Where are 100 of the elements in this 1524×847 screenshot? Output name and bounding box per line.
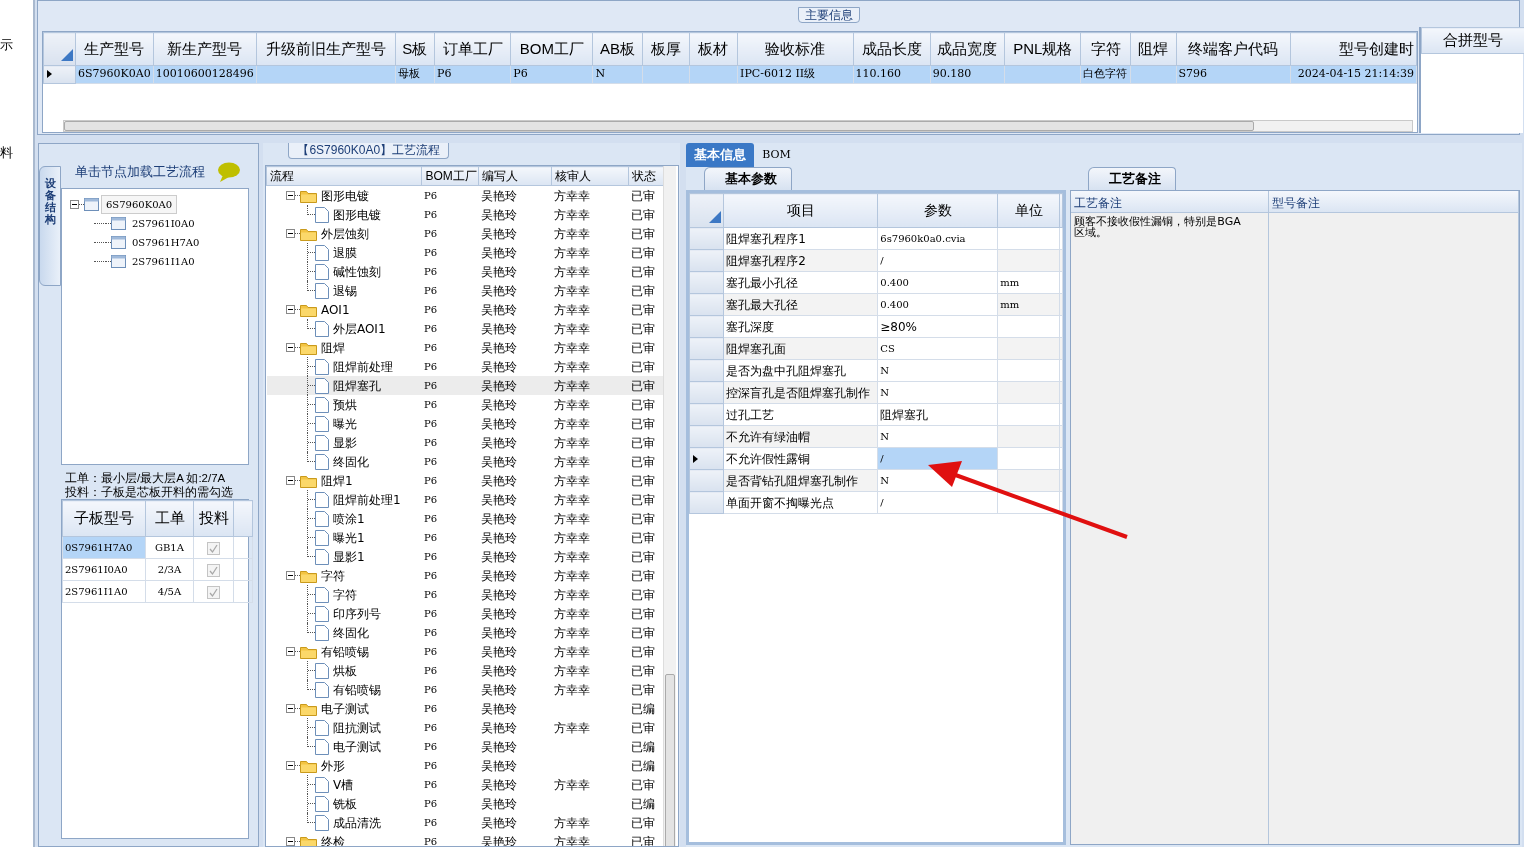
tree-row[interactable]: 显影1 P6 吴艳玲 方幸幸 已审: [266, 547, 667, 566]
column-header[interactable]: 板厚: [642, 32, 690, 66]
column-header[interactable]: AB板: [592, 32, 643, 66]
column-header[interactable]: 成品宽度: [930, 32, 1005, 66]
tree-row[interactable]: 图形电镀 P6 吴艳玲 方幸幸 已审: [266, 185, 667, 205]
tree-row[interactable]: V槽 P6 吴艳玲 方幸幸 已审: [266, 775, 667, 794]
table-cell[interactable]: 0.400: [880, 299, 909, 310]
column-header[interactable]: 子板型号: [62, 500, 146, 537]
collapse-icon[interactable]: [285, 476, 295, 485]
table-cell[interactable]: N: [880, 431, 890, 442]
tree-row[interactable]: 图形电镀 P6 吴艳玲 方幸幸 已审: [266, 205, 667, 224]
tree-row[interactable]: 阻焊前处理 P6 吴艳玲 方幸幸 已审: [266, 357, 667, 376]
collapse-icon[interactable]: [285, 704, 295, 713]
collapse-icon[interactable]: [285, 571, 295, 580]
horizontal-scrollbar[interactable]: [63, 120, 1413, 132]
tree-node[interactable]: 0S7961H7A0: [128, 234, 204, 251]
tree-row[interactable]: 阻焊 P6 吴艳玲 方幸幸 已审: [266, 338, 667, 357]
column-header[interactable]: 编写人: [478, 166, 552, 186]
column-header[interactable]: 字符: [1080, 32, 1131, 66]
column-header[interactable]: 工单: [145, 500, 194, 537]
sub-tab[interactable]: 工艺备注: [1088, 167, 1177, 190]
column-header[interactable]: 订单工厂: [434, 32, 511, 66]
collapse-icon[interactable]: [285, 305, 295, 314]
tree-row[interactable]: 有铅喷锡 P6 吴艳玲 方幸幸 已审: [266, 642, 667, 661]
column-header[interactable]: 生产型号: [75, 32, 154, 66]
tree-node[interactable]: 2S7961I1A0: [128, 253, 199, 270]
column-header[interactable]: 流程: [266, 166, 422, 186]
panel-tab[interactable]: 主要信息: [798, 7, 860, 23]
column-header[interactable]: 投料: [193, 500, 234, 537]
tree-row[interactable]: 铣板 P6 吴艳玲 已编: [266, 794, 667, 813]
column-header[interactable]: BOM工厂: [510, 32, 593, 66]
table-cell[interactable]: ≥80%: [880, 319, 917, 334]
tree-row[interactable]: 阻焊前处理1 P6 吴艳玲 方幸幸 已审: [266, 490, 667, 509]
tree-row[interactable]: 退锡 P6 吴艳玲 方幸幸 已审: [266, 281, 667, 300]
column-header[interactable]: 型号创建时: [1290, 32, 1417, 66]
tree-row[interactable]: 外层AOI1 P6 吴艳玲 方幸幸 已审: [266, 319, 667, 338]
tab[interactable]: 基本信息: [686, 143, 755, 167]
tree-row[interactable]: 有铅喷锡 P6 吴艳玲 方幸幸 已审: [266, 680, 667, 699]
tree-row[interactable]: 字符 P6 吴艳玲 方幸幸 已审: [266, 585, 667, 604]
grid-row[interactable]: 6S7960K0A0 10010600128496 母板 P6 P6 N IPC-6012 II级 110.160 90.180 白色字符 S796 2024-04-15 21:14:39: [43, 65, 1417, 84]
column-header[interactable]: 合拼型号: [1421, 27, 1524, 54]
column-header[interactable]: 单位: [997, 193, 1060, 228]
tree-row[interactable]: 碱性蚀刻 P6 吴艳玲 方幸幸 已审: [266, 262, 667, 281]
tree-row[interactable]: 终固化 P6 吴艳玲 方幸幸 已审: [266, 623, 667, 642]
table-cell[interactable]: /: [880, 255, 884, 266]
table-cell[interactable]: CS: [880, 343, 895, 354]
collapse-icon[interactable]: [285, 647, 295, 656]
column-header[interactable]: 板材: [689, 32, 738, 66]
column-header[interactable]: 新生产型号: [153, 32, 257, 66]
checkbox[interactable]: [207, 542, 220, 555]
tree-row[interactable]: 曝光1 P6 吴艳玲 方幸幸 已审: [266, 528, 667, 547]
collapse-icon[interactable]: [285, 761, 295, 770]
tree-row[interactable]: 外形 P6 吴艳玲 已编: [266, 756, 667, 775]
checkbox[interactable]: [207, 564, 220, 577]
column-header[interactable]: S板: [395, 32, 435, 66]
sub-tab[interactable]: 基本参数: [704, 167, 793, 190]
column-header[interactable]: PNL规格: [1004, 32, 1081, 66]
column-header[interactable]: 型号备注: [1269, 191, 1519, 213]
table-cell[interactable]: N: [880, 387, 890, 398]
tree-row[interactable]: 喷涂1 P6 吴艳玲 方幸幸 已审: [266, 509, 667, 528]
column-header[interactable]: 成品长度: [853, 32, 931, 66]
collapse-icon[interactable]: [70, 200, 79, 209]
checkbox[interactable]: [207, 586, 220, 599]
collapse-icon[interactable]: [285, 229, 295, 238]
column-header[interactable]: 核审人: [551, 166, 629, 186]
tree-row[interactable]: 电子测试 P6 吴艳玲 已编: [266, 737, 667, 756]
table-cell[interactable]: /: [880, 497, 884, 508]
tree-row[interactable]: 字符 P6 吴艳玲 方幸幸 已审: [266, 566, 667, 585]
column-header[interactable]: 验收标准: [737, 32, 854, 66]
column-header[interactable]: 参数: [877, 193, 998, 228]
tree-row[interactable]: 印序列号 P6 吴艳玲 方幸幸 已审: [266, 604, 667, 623]
tree-row[interactable]: 阻焊1 P6 吴艳玲 方幸幸 已审: [266, 471, 667, 490]
tree-row[interactable]: AOI1 P6 吴艳玲 方幸幸 已审: [266, 300, 667, 319]
tree-row[interactable]: 烘板 P6 吴艳玲 方幸幸 已审: [266, 661, 667, 680]
tree-node[interactable]: 6S7960K0A0: [101, 195, 178, 214]
collapse-icon[interactable]: [285, 837, 295, 846]
table-cell[interactable]: /: [880, 453, 884, 464]
column-header[interactable]: 阻焊: [1130, 32, 1177, 66]
collapse-icon[interactable]: [285, 191, 295, 200]
tree-row[interactable]: 电子测试 P6 吴艳玲 已编: [266, 699, 667, 718]
tree-node[interactable]: 2S7961I0A0: [128, 215, 199, 232]
tree-row[interactable]: 阻焊塞孔 P6 吴艳玲 方幸幸 已审: [266, 376, 667, 395]
vertical-scrollbar[interactable]: [663, 166, 677, 846]
column-header[interactable]: BOM工厂: [421, 166, 479, 186]
tree-row[interactable]: 曝光 P6 吴艳玲 方幸幸 已审: [266, 414, 667, 433]
tree-row[interactable]: 退膜 P6 吴艳玲 方幸幸 已审: [266, 243, 667, 262]
table-cell[interactable]: N: [880, 365, 890, 376]
collapse-icon[interactable]: [285, 343, 295, 352]
tab[interactable]: BOM: [754, 143, 799, 167]
tree-row[interactable]: 成品清洗 P6 吴艳玲 方幸幸 已审: [266, 813, 667, 832]
table-cell[interactable]: 0.400: [880, 277, 909, 288]
tree-row[interactable]: 终固化 P6 吴艳玲 方幸幸 已审: [266, 452, 667, 471]
tree-row[interactable]: 显影 P6 吴艳玲 方幸幸 已审: [266, 433, 667, 452]
tree-row[interactable]: 预烘 P6 吴艳玲 方幸幸 已审: [266, 395, 667, 414]
table-cell[interactable]: N: [880, 475, 890, 486]
column-header[interactable]: 升级前旧生产型号: [256, 32, 396, 66]
panel-tab[interactable]: 【6S7960K0A0】工艺流程: [288, 143, 450, 159]
tree-row[interactable]: 外层蚀刻 P6 吴艳玲 方幸幸 已审: [266, 224, 667, 243]
tree-row[interactable]: 阻抗测试 P6 吴艳玲 方幸幸 已审: [266, 718, 667, 737]
column-header[interactable]: 终端客户代码: [1176, 32, 1291, 66]
